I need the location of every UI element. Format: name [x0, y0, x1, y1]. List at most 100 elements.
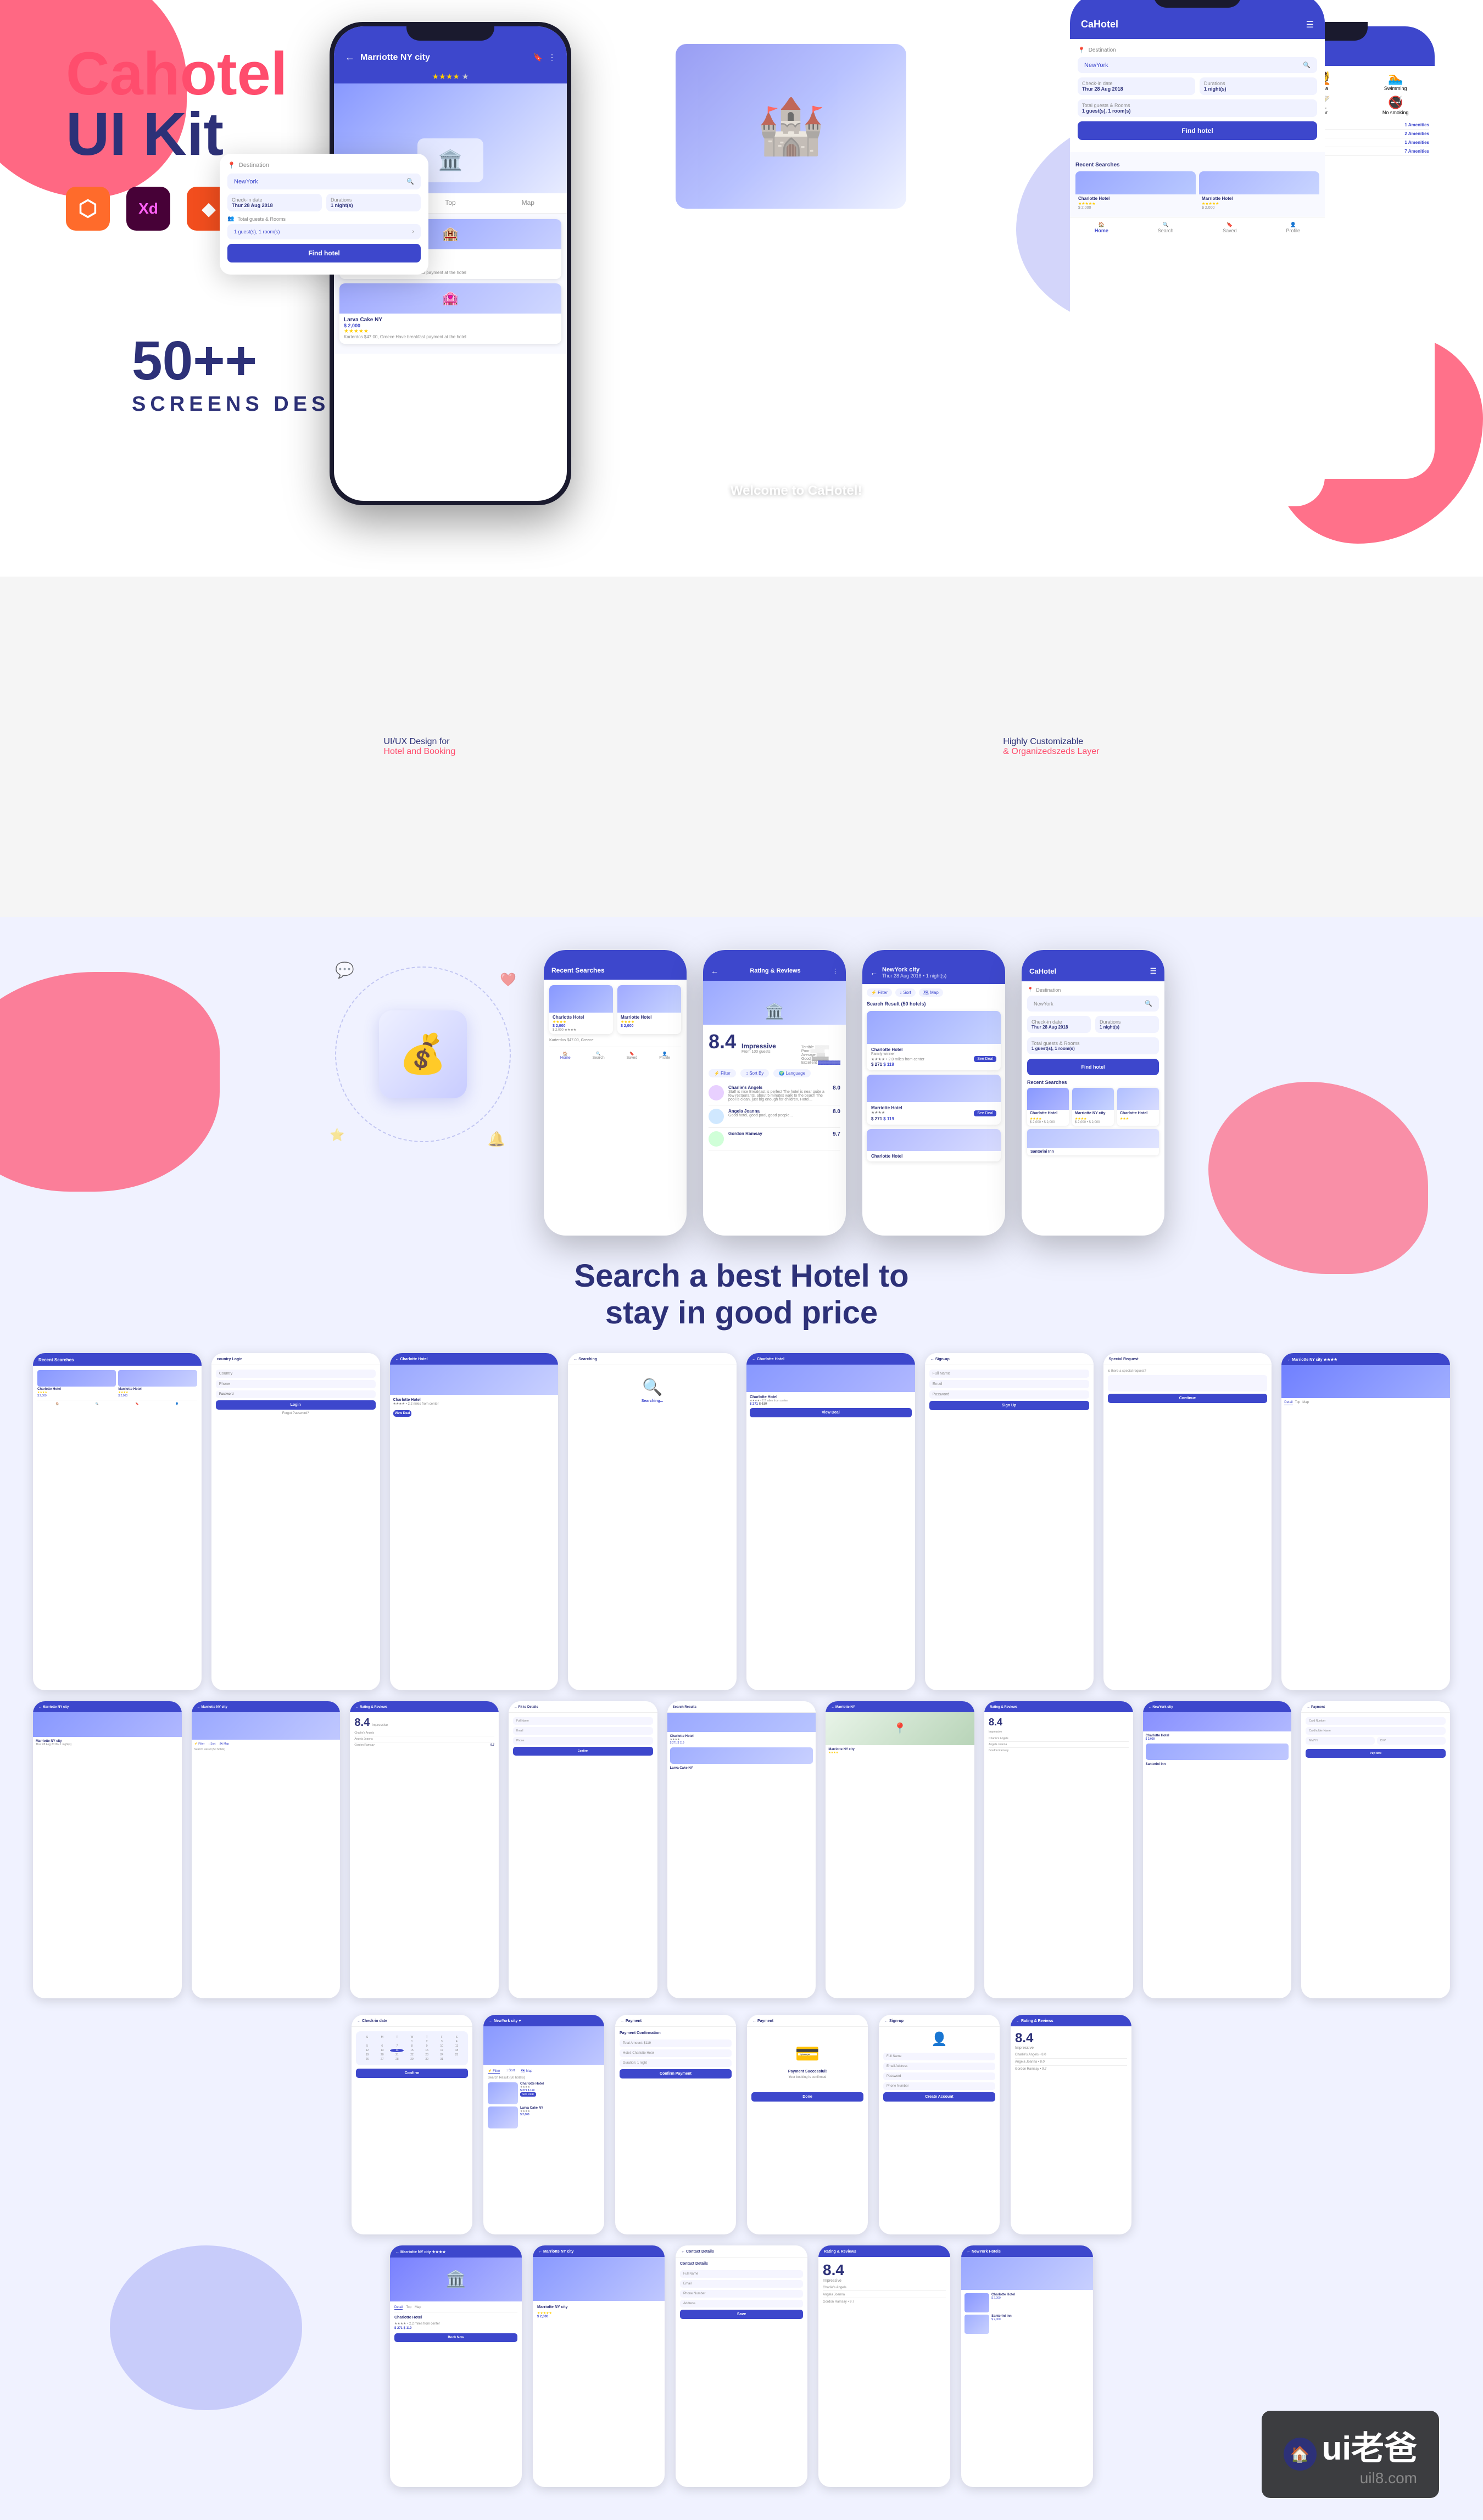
brand-title: Cahotel: [66, 44, 314, 104]
mini-screen-charlotte: ← Charlotte Hotel Charlotte Hotel ★★★★ •…: [746, 1353, 915, 1690]
nav-home[interactable]: 🏠Home: [1095, 222, 1108, 233]
sort-search[interactable]: ↕ Sort: [895, 988, 916, 997]
duration-box[interactable]: Durations 1 night(s): [326, 194, 421, 211]
view-deal-btn[interactable]: View Deal: [393, 1410, 412, 1417]
mini-r2-9: ← Payment Card Number Cardholder Name MM…: [1301, 1701, 1450, 1998]
nav-saved[interactable]: 🔖Saved: [1223, 222, 1237, 233]
xd-icon: Xd: [126, 187, 170, 231]
mini-screen-special-request: Special Request Is there a special reque…: [1103, 1353, 1272, 1690]
recent-searches-title: Recent Searches: [1075, 162, 1319, 168]
hotel2-price: $ 2,000: [344, 323, 557, 328]
mini-screen-3: ← Charlotte Hotel Charlotte Hotel ★★★★ •…: [390, 1353, 559, 1690]
welcome-subtitle: Get Refreshed - Enjoy your dream with us: [724, 502, 868, 511]
request-btn[interactable]: Continue: [1108, 1394, 1268, 1403]
nav-home-2[interactable]: 🏠Home: [560, 1052, 571, 1060]
watermark-site: uil8.com: [1322, 2469, 1417, 2487]
nav-profile[interactable]: 👤Profile: [1286, 222, 1301, 233]
search-icon-2: 🔍: [1303, 62, 1311, 69]
book-now-btn[interactable]: Book Now: [394, 2333, 517, 2342]
newyork-title: NewYork city: [882, 966, 946, 973]
mini-payment: ← Payment Payment Confirmation Total Amo…: [615, 2015, 736, 2234]
signup-2-btn[interactable]: Create Account: [883, 2092, 995, 2102]
phone-notch: [406, 22, 494, 41]
find-btn-right[interactable]: Find hotel: [1078, 121, 1317, 140]
mini-ny-1: ← NewYork city ♥ ⚡ Filter ↕ Sort 🗺 Map S…: [483, 2015, 604, 2234]
save-contact-btn[interactable]: Save: [680, 2310, 803, 2319]
review-2: Angela Joanna Good hotel, good pool, goo…: [709, 1105, 840, 1128]
top-section: Cahotel UI Kit ⬡ Xd ◆ 50++ SCREENS DESIG…: [0, 0, 1483, 577]
guests-label: Total guests & Rooms: [237, 216, 286, 222]
filter-search[interactable]: ⚡ Filter: [867, 988, 892, 997]
find-btn-cahotel[interactable]: Find hotel: [1027, 1059, 1159, 1075]
language-btn[interactable]: 🌍 Language: [773, 1069, 811, 1077]
guests-right[interactable]: Total guests & Rooms 1 guest(s), 1 room(…: [1078, 99, 1317, 117]
recent-hotel1-name: Charlotte Hotel: [1075, 194, 1196, 202]
checkin-box[interactable]: Check-in date Thur 28 Aug 2018: [227, 194, 322, 211]
search-subtitle: Search a best Hotel to stay in good pric…: [33, 1258, 1450, 1331]
checkin-right[interactable]: Check-in date Thur 28 Aug 2018: [1078, 77, 1195, 95]
search-icon: 🔍: [406, 178, 414, 185]
large-phone-rating: ← Rating & Reviews ⋮ 🏛️ 8.4 Impressive F…: [703, 950, 846, 1236]
mini-signup: ← Sign-up 👤 Full Name Email Address Pass…: [879, 2015, 1000, 2234]
bottom-nav: 🏠Home 🔍Search 🔖Saved 👤Profile: [1070, 217, 1325, 238]
view-deal-charlotte[interactable]: View Deal: [750, 1408, 912, 1417]
nav-profile-2[interactable]: 👤Profile: [659, 1052, 670, 1060]
mini-ny-list: ← NewYork Hotels Charlotte Hotel $ 2,000: [961, 2245, 1093, 2487]
mid-left-text: UI/UX Design for Hotel and Booking: [384, 737, 456, 757]
search-icon-3: 🔍: [1145, 1000, 1152, 1007]
rating-title: Rating & Reviews: [750, 968, 800, 974]
large-phone-cahotel: CaHotel ☰ 📍 Destination NewYork 🔍 Check-…: [1022, 950, 1164, 1236]
signup-btn[interactable]: Sign Up: [929, 1401, 1089, 1410]
destination-input[interactable]: NewYork 🔍: [227, 174, 421, 189]
search-newyork: NewYork: [1084, 62, 1108, 69]
filter-btn[interactable]: ⚡ Filter: [709, 1069, 736, 1077]
duration-right[interactable]: Durations 1 night(s): [1200, 77, 1317, 95]
mini-screens-row3: ← Check-in date SMTWTFS 1234 567891011 1…: [33, 2015, 1450, 2234]
checkin-cahotel[interactable]: Check-in date Thur 28 Aug 2018: [1027, 1016, 1091, 1033]
watermark: 🏠 ui老爸 uil8.com: [1262, 2411, 1439, 2498]
pay-btn[interactable]: Pay Now: [1306, 1749, 1446, 1758]
date-row: Check-in date Thur 28 Aug 2018 Durations…: [227, 194, 421, 211]
checkin-confirm[interactable]: Confirm: [356, 2069, 468, 2078]
mini-screen-marriotte-top: ← Marriotte NY city ★★★★ Detail Top Map: [1281, 1353, 1450, 1690]
country-login-title: country Login: [217, 1357, 243, 1361]
payment-confirm-btn[interactable]: Confirm Payment: [620, 2069, 732, 2078]
welcome-overlay: Welcome to CaHotel! Get Refreshed - Enjo…: [724, 483, 868, 511]
map-search[interactable]: 🗺 Map: [919, 988, 943, 997]
result-hotel-1: Charlotte Hotel Family winner ★★★★ • 2.0…: [867, 1011, 1001, 1070]
duration-value: 1 night(s): [331, 203, 416, 208]
hotel2-desc: Karterdos $47.00, Greece Have breakfast …: [344, 334, 557, 340]
guests-input[interactable]: 1 guest(s), 1 room(s) ›: [227, 224, 421, 239]
guests-value: 1 guest(s), 1 room(s): [234, 229, 280, 234]
mini-r2-2: ← Marriotte NY city ⚡ Filter ↕ Sort 🗺 Ma…: [192, 1701, 341, 1998]
hotel2-name: Larva Cake NY: [344, 317, 557, 323]
guests-cahotel[interactable]: Total guests & Rooms 1 guest(s), 1 room(…: [1027, 1037, 1159, 1054]
tab-map[interactable]: Map: [489, 193, 567, 213]
mini-checkin: ← Check-in date SMTWTFS 1234 567891011 1…: [352, 2015, 472, 2234]
find-hotel-btn[interactable]: Find hotel: [227, 244, 421, 262]
mini-r2-5: Search Results Charlotte Hotel ★★★★ $ 27…: [667, 1701, 816, 1998]
mini-marriotte-2: ← Marriotte NY city Marriotte NY city ★★…: [533, 2245, 665, 2487]
dest-search[interactable]: NewYork 🔍: [1078, 57, 1317, 73]
done-btn[interactable]: Done: [751, 2092, 863, 2102]
duration-cahotel[interactable]: Durations 1 night(s): [1095, 1016, 1159, 1033]
phone-screen-right: CaHotel ☰ 📍 Destination NewYork 🔍: [1070, 0, 1325, 506]
nav-search-2[interactable]: 🔍Search: [592, 1052, 604, 1060]
rating-score: 8.4: [709, 1030, 736, 1053]
nav-search[interactable]: 🔍Search: [1158, 222, 1174, 233]
cahotel-logo: CaHotel: [1029, 967, 1056, 975]
mini-r2-4: ← Fit to Details Full Name Email Phone C…: [509, 1701, 657, 1998]
mini-r2-6: ← Marriotte NY Marriotte NY city ★★★★: [826, 1701, 974, 1998]
confirm-btn[interactable]: Confirm: [513, 1747, 653, 1756]
duration-label: Durations: [331, 197, 416, 203]
subtitle-line1: Search a best Hotel to: [33, 1258, 1450, 1294]
login-btn[interactable]: Login: [216, 1400, 376, 1410]
result-hotel-3: Charlotte Hotel: [867, 1129, 1001, 1161]
marriotte-result: Marriotte Hotel: [871, 1105, 996, 1110]
recent-grid: Charlotte Hotel ★★★★★ $ 2,000 Marriotte …: [1075, 171, 1319, 211]
review-text: Staff is nice Breakfast is perfect The h…: [728, 1090, 828, 1102]
nav-saved-2[interactable]: 🔖Saved: [626, 1052, 637, 1060]
cahotel-search[interactable]: NewYork 🔍: [1027, 996, 1159, 1012]
mid-title-1: UI/UX Design for: [384, 737, 456, 747]
sort-btn[interactable]: ↕ Sort By: [740, 1069, 769, 1077]
